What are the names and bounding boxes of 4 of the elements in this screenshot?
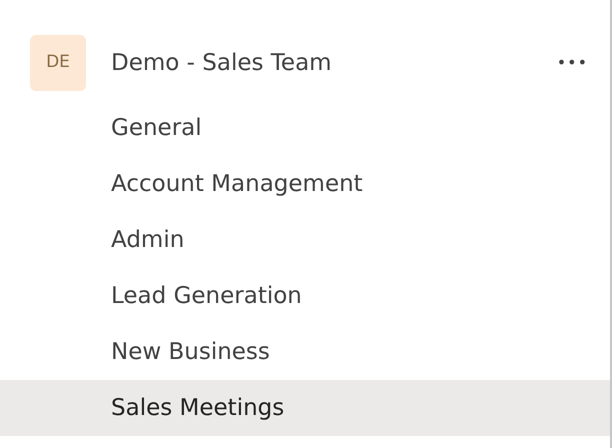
more-options-button[interactable]: ••• bbox=[556, 51, 588, 75]
channel-item[interactable]: Sales Meetings bbox=[0, 380, 610, 436]
team-name: Demo - Sales Team bbox=[111, 48, 332, 78]
team-avatar: DE bbox=[30, 35, 86, 91]
